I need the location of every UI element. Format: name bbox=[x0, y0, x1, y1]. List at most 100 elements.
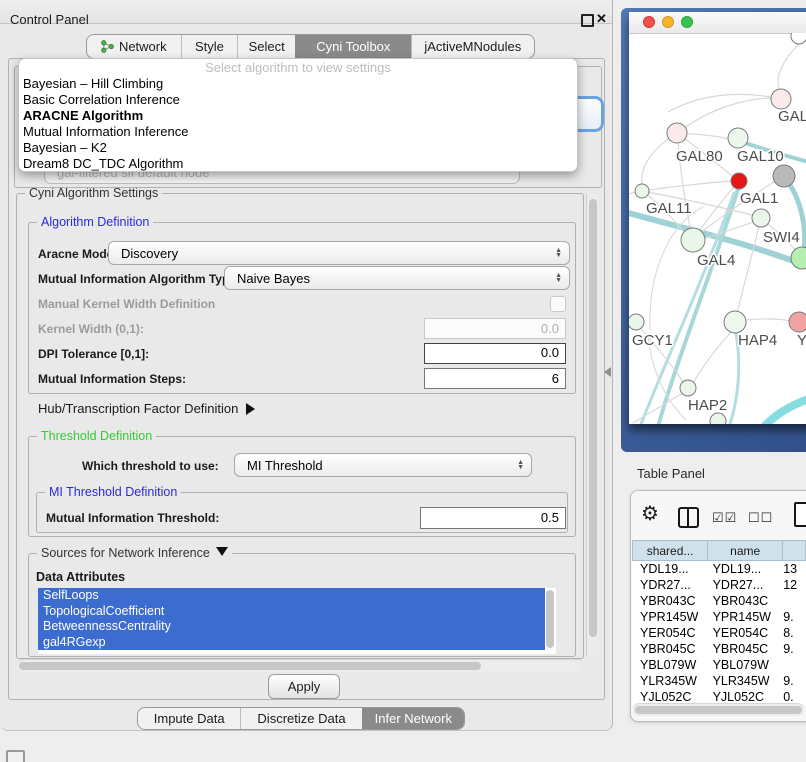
table-row[interactable]: YDR27...YDR27...12 bbox=[632, 577, 806, 593]
algorithm-option[interactable]: Basic Correlation Inference bbox=[19, 92, 577, 108]
tab-infer-network[interactable]: Infer Network bbox=[362, 708, 464, 729]
network-edge[interactable] bbox=[726, 333, 739, 424]
network-node[interactable] bbox=[731, 173, 747, 189]
zoom-traffic-light-icon[interactable] bbox=[681, 16, 693, 28]
network-node[interactable] bbox=[710, 413, 726, 424]
data-attribute-item[interactable]: TopologicalCoefficient bbox=[38, 604, 545, 620]
table-row[interactable]: YBL079WYBL079W bbox=[632, 657, 806, 673]
settings-hscrollbar-thumb[interactable] bbox=[19, 662, 481, 670]
network-edge[interactable] bbox=[694, 330, 733, 381]
mi-steps-field[interactable]: 6 bbox=[424, 368, 566, 389]
settings-hscrollbar[interactable] bbox=[17, 659, 583, 672]
table-row[interactable]: YBR043CYBR043C bbox=[632, 593, 806, 609]
column-header-name[interactable]: name bbox=[708, 541, 783, 560]
network-canvas[interactable]: GAL7GAL80GAL10GAL11GAL1SWI4GAL4GCY1HAP4Y… bbox=[629, 33, 806, 424]
network-node[interactable] bbox=[773, 165, 795, 187]
mi-type-combo[interactable]: Naive Bayes ▲▼ bbox=[224, 266, 570, 290]
network-edge[interactable] bbox=[677, 98, 781, 133]
table-cell: YBL079W bbox=[632, 657, 705, 673]
network-node[interactable] bbox=[635, 184, 649, 198]
network-node[interactable] bbox=[681, 228, 705, 252]
control-panel-title: Control Panel bbox=[10, 12, 89, 27]
network-edge[interactable] bbox=[746, 319, 791, 321]
sources-group-title[interactable]: Sources for Network Inference bbox=[37, 546, 232, 560]
kernel-width-field[interactable]: 0.0 bbox=[424, 318, 566, 339]
splitpane-collapse-arrow[interactable] bbox=[604, 367, 611, 377]
tab-select-label: Select bbox=[249, 39, 285, 54]
dpi-tolerance-field[interactable]: 0.0 bbox=[424, 343, 566, 364]
column-header-shared-name[interactable]: shared... bbox=[633, 541, 708, 560]
network-node[interactable] bbox=[728, 128, 748, 148]
network-view-titlebar[interactable] bbox=[629, 12, 806, 34]
mi-type-value: Naive Bayes bbox=[237, 271, 310, 286]
data-attributes-list[interactable]: SelfLoopsTopologicalCoefficientBetweenne… bbox=[38, 588, 556, 654]
new-table-icon[interactable] bbox=[794, 502, 806, 527]
table-row[interactable]: YER054CYER054C8. bbox=[632, 625, 806, 641]
data-attribute-item[interactable]: gal4RGexp bbox=[38, 635, 545, 651]
table-hscrollbar-thumb[interactable] bbox=[635, 706, 802, 714]
network-node[interactable] bbox=[771, 89, 791, 109]
hub-definition-toggle[interactable]: Hub/Transcription Factor Definition bbox=[38, 401, 255, 416]
tab-jactivemnodules[interactable]: jActiveMNodules bbox=[411, 35, 534, 58]
manual-kernel-checkbox[interactable] bbox=[550, 296, 566, 312]
network-edge[interactable] bbox=[748, 398, 806, 424]
network-edge[interactable] bbox=[737, 226, 759, 313]
network-node[interactable] bbox=[789, 312, 806, 332]
tab-network[interactable]: Network bbox=[87, 35, 181, 58]
cyni-bottom-tabbar: Impute Data Discretize Data Infer Networ… bbox=[137, 707, 465, 730]
control-panel-titlebar[interactable] bbox=[0, 0, 612, 24]
tab-cyni-toolbox[interactable]: Cyni Toolbox bbox=[295, 35, 410, 58]
network-node-label: HAP2 bbox=[688, 397, 727, 414]
minimized-window-icon[interactable] bbox=[6, 750, 25, 762]
minimize-traffic-light-icon[interactable] bbox=[662, 16, 674, 28]
table-cell bbox=[777, 657, 806, 673]
network-edge[interactable] bbox=[668, 94, 781, 112]
algorithm-option[interactable]: Bayesian – Hill Climbing bbox=[19, 76, 577, 92]
table-row[interactable]: YBR045CYBR045C9. bbox=[632, 641, 806, 657]
table-row[interactable]: YLR345WYLR345W9. bbox=[632, 673, 806, 689]
gear-icon[interactable]: ⚙ bbox=[641, 504, 659, 524]
close-traffic-light-icon[interactable] bbox=[643, 16, 655, 28]
aracne-mode-combo[interactable]: Discovery ▲▼ bbox=[108, 241, 570, 265]
network-node[interactable] bbox=[724, 311, 746, 333]
network-node[interactable] bbox=[667, 123, 687, 143]
tab-impute-data[interactable]: Impute Data bbox=[138, 708, 240, 729]
mi-threshold-group-title: MI Threshold Definition bbox=[45, 485, 181, 499]
algorithm-option[interactable]: Mutual Information Inference bbox=[19, 124, 577, 140]
mi-threshold-field[interactable]: 0.5 bbox=[420, 507, 566, 529]
data-attribute-item[interactable]: BetweennessCentrality bbox=[38, 619, 545, 635]
manual-kernel-label: Manual Kernel Width Definition bbox=[38, 297, 215, 311]
float-window-icon[interactable] bbox=[581, 14, 594, 27]
network-node[interactable] bbox=[629, 314, 644, 330]
close-icon[interactable]: ✕ bbox=[596, 11, 607, 27]
tab-style[interactable]: Style bbox=[181, 35, 238, 58]
tab-discretize-data[interactable]: Discretize Data bbox=[240, 708, 361, 729]
table-hscrollbar[interactable] bbox=[633, 703, 804, 716]
algorithm-option[interactable]: Bayesian – K2 bbox=[19, 140, 577, 156]
network-node[interactable] bbox=[752, 209, 770, 227]
select-all-columns-icon[interactable]: ☑☑ bbox=[712, 510, 737, 526]
algorithm-option[interactable]: ARACNE Algorithm bbox=[19, 108, 577, 124]
tab-infer-network-label: Infer Network bbox=[375, 711, 452, 726]
data-attribute-item[interactable]: SelfLoops bbox=[38, 588, 545, 604]
settings-vscrollbar-thumb[interactable] bbox=[589, 199, 597, 637]
settings-vscrollbar[interactable] bbox=[586, 194, 599, 656]
tab-select[interactable]: Select bbox=[237, 35, 295, 58]
network-view-window: GAL7GAL80GAL10GAL11GAL1SWI4GAL4GCY1HAP4Y… bbox=[629, 12, 806, 424]
column-header-3[interactable] bbox=[783, 541, 805, 560]
network-node[interactable] bbox=[680, 380, 696, 396]
apply-button[interactable]: Apply bbox=[268, 674, 340, 699]
table-row[interactable]: YPR145WYPR145W9. bbox=[632, 609, 806, 625]
which-threshold-combo[interactable]: MI Threshold ▲▼ bbox=[234, 453, 532, 477]
algorithm-option[interactable]: Dream8 DC_TDC Algorithm bbox=[19, 156, 577, 172]
table-cell: YLR345W bbox=[632, 673, 705, 689]
network-node[interactable] bbox=[791, 247, 806, 269]
table-cell bbox=[777, 593, 806, 609]
network-node[interactable] bbox=[791, 33, 806, 44]
table-row[interactable]: YDL19...YDL19...13 bbox=[632, 561, 806, 577]
network-edge[interactable] bbox=[642, 181, 731, 191]
deselect-all-columns-icon[interactable]: ☐☐ bbox=[748, 510, 773, 526]
columns-icon[interactable] bbox=[678, 507, 699, 528]
attributes-scrollbar-thumb[interactable] bbox=[546, 590, 554, 648]
network-edge[interactable] bbox=[778, 44, 799, 90]
